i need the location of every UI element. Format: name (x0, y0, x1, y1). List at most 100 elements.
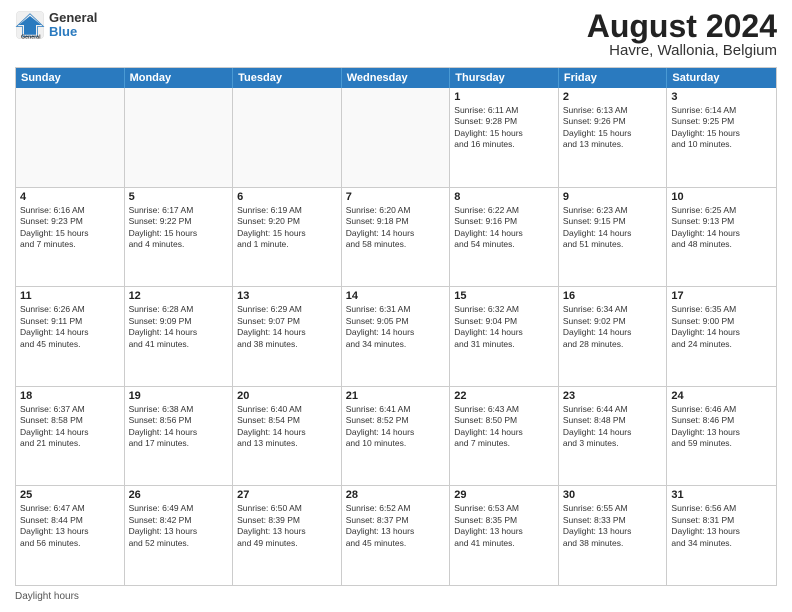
page-subtitle: Havre, Wallonia, Belgium (587, 42, 777, 59)
day-number: 30 (563, 489, 663, 501)
day-cell-27: 27 Sunrise: 6:50 AM Sunset: 8:39 PM Dayli… (233, 486, 342, 585)
logo-icon: General (15, 10, 45, 40)
day-number: 31 (671, 489, 772, 501)
day-cell-15: 15 Sunrise: 6:32 AM Sunset: 9:04 PM Dayli… (450, 287, 559, 386)
day-info: Sunrise: 6:50 AM Sunset: 8:39 PM Dayligh… (237, 503, 337, 549)
header-day-monday: Monday (125, 68, 234, 88)
day-cell-7: 7 Sunrise: 6:20 AM Sunset: 9:18 PM Daylig… (342, 188, 451, 287)
day-number: 3 (671, 91, 772, 103)
day-cell-19: 19Sunrise: 6:38 AM Sunset: 8:56 PM Dayli… (125, 387, 234, 486)
logo-text: General Blue (49, 11, 97, 40)
day-cell-14: 14Sunrise: 6:31 AM Sunset: 9:05 PM Dayli… (342, 287, 451, 386)
logo-blue: Blue (49, 25, 97, 39)
day-cell-5: 5Sunrise: 6:17 AM Sunset: 9:22 PM Daylig… (125, 188, 234, 287)
day-info: Sunrise: 6:37 AM Sunset: 8:58 PM Dayligh… (20, 404, 120, 450)
page-title: August 2024 (587, 10, 777, 42)
day-cell-31: 31 Sunrise: 6:56 AM Sunset: 8:31 PM Dayli… (667, 486, 776, 585)
header-day-saturday: Saturday (667, 68, 776, 88)
calendar-row-4: 18 Sunrise: 6:37 AM Sunset: 8:58 PM Dayli… (16, 386, 776, 486)
day-cell-24: 24Sunrise: 6:46 AM Sunset: 8:46 PM Dayli… (667, 387, 776, 486)
day-info: Sunrise: 6:52 AM Sunset: 8:37 PM Dayligh… (346, 503, 446, 549)
calendar: SundayMondayTuesdayWednesdayThursdayFrid… (15, 67, 777, 586)
day-number: 17 (671, 290, 772, 302)
day-number: 7 (346, 191, 446, 203)
day-info: Sunrise: 6:13 AM Sunset: 9:26 PM Dayligh… (563, 105, 663, 151)
day-info: Sunrise: 6:32 AM Sunset: 9:04 PM Dayligh… (454, 304, 554, 350)
day-info: Sunrise: 6:16 AM Sunset: 9:23 PM Dayligh… (20, 205, 120, 251)
day-number: 13 (237, 290, 337, 302)
day-info: Sunrise: 6:46 AM Sunset: 8:46 PM Dayligh… (671, 404, 772, 450)
day-info: Sunrise: 6:41 AM Sunset: 8:52 PM Dayligh… (346, 404, 446, 450)
calendar-row-2: 4 Sunrise: 6:16 AM Sunset: 9:23 PM Daylig… (16, 187, 776, 287)
day-info: Sunrise: 6:25 AM Sunset: 9:13 PM Dayligh… (671, 205, 772, 251)
day-info: Sunrise: 6:47 AM Sunset: 8:44 PM Dayligh… (20, 503, 120, 549)
day-number: 28 (346, 489, 446, 501)
day-cell-23: 23Sunrise: 6:44 AM Sunset: 8:48 PM Dayli… (559, 387, 668, 486)
logo-general: General (49, 11, 97, 25)
day-number: 8 (454, 191, 554, 203)
day-cell-empty-0-2 (233, 88, 342, 187)
header-day-wednesday: Wednesday (342, 68, 451, 88)
day-number: 27 (237, 489, 337, 501)
day-info: Sunrise: 6:34 AM Sunset: 9:02 PM Dayligh… (563, 304, 663, 350)
calendar-header: SundayMondayTuesdayWednesdayThursdayFrid… (16, 68, 776, 88)
calendar-row-5: 25Sunrise: 6:47 AM Sunset: 8:44 PM Dayli… (16, 485, 776, 585)
day-info: Sunrise: 6:26 AM Sunset: 9:11 PM Dayligh… (20, 304, 120, 350)
day-info: Sunrise: 6:14 AM Sunset: 9:25 PM Dayligh… (671, 105, 772, 151)
day-info: Sunrise: 6:19 AM Sunset: 9:20 PM Dayligh… (237, 205, 337, 251)
day-cell-empty-0-3 (342, 88, 451, 187)
day-number: 9 (563, 191, 663, 203)
day-cell-9: 9 Sunrise: 6:23 AM Sunset: 9:15 PM Daylig… (559, 188, 668, 287)
day-cell-30: 30 Sunrise: 6:55 AM Sunset: 8:33 PM Dayli… (559, 486, 668, 585)
day-cell-22: 22Sunrise: 6:43 AM Sunset: 8:50 PM Dayli… (450, 387, 559, 486)
day-cell-13: 13 Sunrise: 6:29 AM Sunset: 9:07 PM Dayli… (233, 287, 342, 386)
day-number: 20 (237, 390, 337, 402)
day-number: 16 (563, 290, 663, 302)
footer: Daylight hours (15, 591, 777, 602)
logo: General General Blue (15, 10, 97, 40)
day-cell-12: 12 Sunrise: 6:28 AM Sunset: 9:09 PM Dayli… (125, 287, 234, 386)
day-info: Sunrise: 6:29 AM Sunset: 9:07 PM Dayligh… (237, 304, 337, 350)
day-cell-2: 2 Sunrise: 6:13 AM Sunset: 9:26 PM Daylig… (559, 88, 668, 187)
calendar-row-3: 11 Sunrise: 6:26 AM Sunset: 9:11 PM Dayli… (16, 286, 776, 386)
day-info: Sunrise: 6:56 AM Sunset: 8:31 PM Dayligh… (671, 503, 772, 549)
day-number: 23 (563, 390, 663, 402)
day-cell-8: 8 Sunrise: 6:22 AM Sunset: 9:16 PM Daylig… (450, 188, 559, 287)
day-cell-17: 17 Sunrise: 6:35 AM Sunset: 9:00 PM Dayli… (667, 287, 776, 386)
header-day-tuesday: Tuesday (233, 68, 342, 88)
day-cell-21: 21Sunrise: 6:41 AM Sunset: 8:52 PM Dayli… (342, 387, 451, 486)
day-number: 22 (454, 390, 554, 402)
day-number: 12 (129, 290, 229, 302)
day-cell-29: 29Sunrise: 6:53 AM Sunset: 8:35 PM Dayli… (450, 486, 559, 585)
day-info: Sunrise: 6:22 AM Sunset: 9:16 PM Dayligh… (454, 205, 554, 251)
day-info: Sunrise: 6:53 AM Sunset: 8:35 PM Dayligh… (454, 503, 554, 549)
day-info: Sunrise: 6:23 AM Sunset: 9:15 PM Dayligh… (563, 205, 663, 251)
day-number: 6 (237, 191, 337, 203)
day-number: 14 (346, 290, 446, 302)
day-number: 15 (454, 290, 554, 302)
day-cell-6: 6 Sunrise: 6:19 AM Sunset: 9:20 PM Daylig… (233, 188, 342, 287)
day-number: 26 (129, 489, 229, 501)
day-cell-empty-0-0 (16, 88, 125, 187)
day-info: Sunrise: 6:38 AM Sunset: 8:56 PM Dayligh… (129, 404, 229, 450)
day-cell-28: 28 Sunrise: 6:52 AM Sunset: 8:37 PM Dayli… (342, 486, 451, 585)
header-day-thursday: Thursday (450, 68, 559, 88)
day-cell-16: 16 Sunrise: 6:34 AM Sunset: 9:02 PM Dayli… (559, 287, 668, 386)
day-number: 18 (20, 390, 120, 402)
day-info: Sunrise: 6:49 AM Sunset: 8:42 PM Dayligh… (129, 503, 229, 549)
day-cell-20: 20 Sunrise: 6:40 AM Sunset: 8:54 PM Dayli… (233, 387, 342, 486)
day-number: 4 (20, 191, 120, 203)
day-info: Sunrise: 6:20 AM Sunset: 9:18 PM Dayligh… (346, 205, 446, 251)
day-number: 2 (563, 91, 663, 103)
day-number: 5 (129, 191, 229, 203)
day-info: Sunrise: 6:28 AM Sunset: 9:09 PM Dayligh… (129, 304, 229, 350)
day-info: Sunrise: 6:35 AM Sunset: 9:00 PM Dayligh… (671, 304, 772, 350)
day-info: Sunrise: 6:55 AM Sunset: 8:33 PM Dayligh… (563, 503, 663, 549)
svg-text:General: General (21, 35, 41, 41)
day-cell-18: 18 Sunrise: 6:37 AM Sunset: 8:58 PM Dayli… (16, 387, 125, 486)
day-info: Sunrise: 6:40 AM Sunset: 8:54 PM Dayligh… (237, 404, 337, 450)
calendar-body: 1Sunrise: 6:11 AM Sunset: 9:28 PM Daylig… (16, 88, 776, 585)
day-number: 11 (20, 290, 120, 302)
day-cell-1: 1Sunrise: 6:11 AM Sunset: 9:28 PM Daylig… (450, 88, 559, 187)
title-block: August 2024 Havre, Wallonia, Belgium (587, 10, 777, 59)
